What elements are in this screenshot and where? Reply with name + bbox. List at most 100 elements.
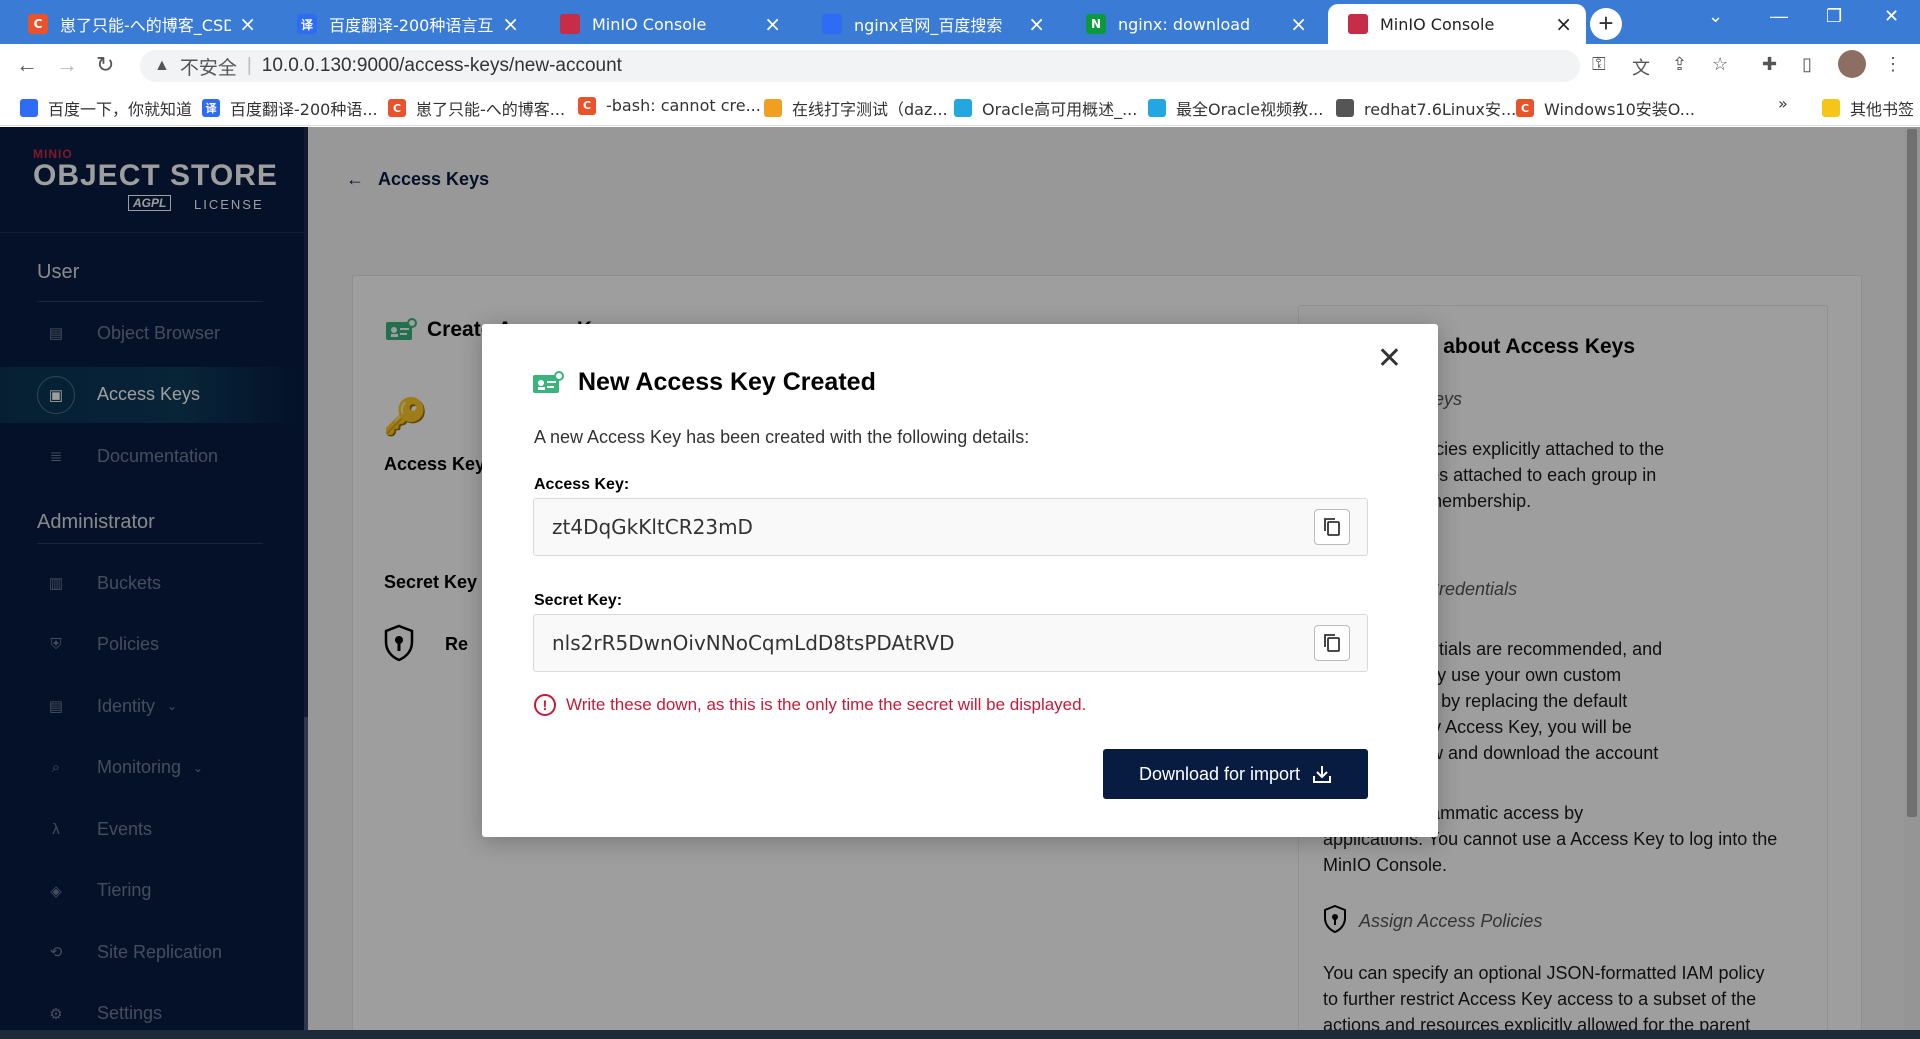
access-key-label: Access Key: (534, 476, 630, 493)
url-separator: | (246, 55, 252, 76)
star-bookmark-icon[interactable]: ☆ (1712, 54, 1728, 75)
bookmark-label: 在线打字测试（daz... (792, 100, 948, 119)
forward-nav-icon[interactable]: → (56, 52, 78, 78)
bookmark-favicon-icon: C (1516, 99, 1534, 117)
browser-tab[interactable]: MinIO Console × (540, 4, 795, 44)
translate-icon[interactable]: 文 (1632, 54, 1650, 80)
access-key-field[interactable]: zt4DqGkKltCR23mD (533, 498, 1368, 556)
url-omnibox[interactable]: ▲ 不安全 | 10.0.0.130:9000/access-keys/new-… (140, 50, 1580, 82)
alert-circle-icon: ! (534, 694, 556, 716)
secret-key-value: nls2rR5DwnOivNNoCqmLdD8tsPDAtRVD (552, 631, 955, 655)
bookmark-item[interactable]: redhat7.6Linux安... (1336, 96, 1516, 120)
security-label: 不安全 (179, 57, 237, 79)
download-for-import-button[interactable]: Download for import (1103, 749, 1368, 799)
close-icon[interactable]: ✕ (1377, 344, 1402, 374)
tab-favicon-icon (822, 14, 842, 34)
copy-access-key-button[interactable] (1314, 509, 1350, 545)
browser-tab[interactable]: C 崽了只能-へ的博客_CSDN × (8, 4, 270, 44)
bookmark-favicon-icon (1148, 99, 1166, 117)
bookmark-favicon-icon (764, 99, 782, 117)
key-card-icon (533, 370, 564, 393)
browser-tab-bar: C崽了只能-へ的博客_CSDN×译百度翻译-200种语言互译、×MinIO Co… (0, 0, 1920, 44)
extensions-icon[interactable]: ✚ (1762, 54, 1777, 75)
modal-description: A new Access Key has been created with t… (534, 427, 1030, 447)
tab-favicon-icon (1348, 14, 1368, 34)
side-panel-icon[interactable]: ▯ (1802, 54, 1812, 75)
bookmark-item[interactable]: 最全Oracle视频教... (1148, 96, 1323, 120)
tab-close-icon[interactable]: × (764, 12, 781, 36)
new-tab-button[interactable]: + (1590, 8, 1622, 40)
bookmark-item[interactable]: 在线打字测试（daz... (764, 96, 948, 120)
tab-favicon-icon: C (28, 14, 48, 34)
bookmark-label: 崽了只能-へ的博客... (416, 100, 566, 119)
tab-close-icon[interactable]: × (239, 12, 256, 36)
bookmarks-more-button[interactable]: » (1778, 94, 1788, 113)
secret-key-label: Secret Key: (534, 592, 623, 609)
browser-tab[interactable]: 译百度翻译-200种语言互译、 × (277, 4, 533, 44)
share-icon[interactable]: ⇪ (1672, 54, 1687, 75)
bookmarks-bar: 百度一下，你就知道译百度翻译-200种语... C 崽了只能-へ的博客... C -ba… (0, 86, 1920, 126)
bookmark-favicon-icon (20, 99, 38, 117)
browser-tab[interactable]: Nnginx: download × (1066, 4, 1321, 44)
os-taskbar-strip (0, 1030, 1920, 1039)
new-access-key-modal: ✕ New Access Key Created A new Access Ke… (482, 324, 1438, 837)
reload-icon[interactable]: ↻ (96, 52, 114, 78)
copy-icon (1324, 518, 1340, 536)
other-bookmarks-folder[interactable]: 其他书签 (1822, 96, 1914, 120)
bookmark-item[interactable]: Oracle高可用概述_... (954, 96, 1137, 120)
bookmark-label: Oracle高可用概述_... (982, 100, 1138, 119)
bookmark-item[interactable]: C Windows10安装O... (1516, 96, 1695, 120)
copy-icon (1324, 634, 1340, 652)
tab-close-icon[interactable]: × (1555, 12, 1572, 36)
bookmark-label: -bash: cannot cre... (606, 96, 761, 115)
access-key-value: zt4DqGkKltCR23mD (552, 515, 753, 539)
tab-close-icon[interactable]: × (502, 12, 519, 36)
warning-triangle-icon: ▲ (154, 57, 170, 74)
tab-title: nginx: download (1118, 14, 1251, 34)
browser-tab[interactable]: MinIO Console × (1328, 4, 1586, 44)
back-nav-icon[interactable]: ← (16, 52, 38, 78)
tab-title: 崽了只能-へ的博客_CSDN (60, 16, 232, 35)
window-close-icon[interactable]: ✕ (1884, 6, 1899, 27)
modal-title: New Access Key Created (532, 368, 876, 397)
bookmark-label: redhat7.6Linux安... (1364, 100, 1517, 119)
download-button-label: Download for import (1138, 763, 1301, 784)
tab-title: 百度翻译-200种语言互译、 (329, 16, 494, 35)
bookmark-item[interactable]: C -bash: cannot cre... (578, 96, 761, 115)
restore-icon[interactable]: ❐ (1826, 6, 1842, 27)
folder-icon (1822, 99, 1840, 117)
bookmark-label: 百度一下，你就知道 (48, 100, 193, 119)
secret-warning: ! Write these down, as this is the only … (534, 694, 1086, 716)
minimize-icon[interactable]: — (1770, 6, 1788, 27)
address-bar: ← → ↻ ▲ 不安全 | 10.0.0.130:9000/access-key… (0, 44, 1920, 86)
bookmark-label: Windows10安装O... (1544, 100, 1695, 119)
tab-favicon-icon (560, 14, 580, 34)
copy-secret-key-button[interactable] (1314, 625, 1350, 661)
browser-tab[interactable]: nginx官网_百度搜索 × (802, 4, 1059, 44)
profile-avatar[interactable] (1838, 50, 1866, 78)
url-text: 10.0.0.130:9000/access-keys/new-account (261, 55, 622, 76)
download-icon (1313, 766, 1332, 783)
bookmark-favicon-icon: C (388, 99, 406, 117)
tab-close-icon[interactable]: × (1290, 12, 1307, 36)
modal-title-text: New Access Key Created (578, 368, 876, 396)
browser-menu-icon[interactable]: ⋮ (1884, 54, 1902, 75)
tab-favicon-icon: N (1086, 14, 1106, 34)
bookmark-favicon-icon: 译 (202, 99, 220, 117)
tab-title: MinIO Console (1380, 14, 1495, 34)
bookmark-favicon-icon (1336, 99, 1354, 117)
tab-close-icon[interactable]: × (1028, 12, 1045, 36)
bookmark-favicon-icon: C (578, 96, 596, 115)
secret-key-field[interactable]: nls2rR5DwnOivNNoCqmLdD8tsPDAtRVD (533, 614, 1368, 672)
password-key-icon[interactable]: ⚿ (1592, 54, 1606, 75)
tab-title: MinIO Console (592, 14, 707, 34)
bookmark-label: 百度翻译-200种语... (230, 100, 378, 119)
bookmark-item[interactable]: 百度一下，你就知道 (20, 96, 192, 120)
tab-search-icon[interactable]: ⌄ (1708, 6, 1723, 27)
other-bookmarks-label: 其他书签 (1850, 100, 1915, 119)
tab-favicon-icon: 译 (297, 14, 317, 34)
bookmark-item[interactable]: C 崽了只能-へ的博客... (388, 96, 565, 120)
bookmark-item[interactable]: 译百度翻译-200种语... (202, 96, 378, 120)
bookmark-label: 最全Oracle视频教... (1176, 100, 1324, 119)
tab-title: nginx官网_百度搜索 (854, 16, 1003, 35)
